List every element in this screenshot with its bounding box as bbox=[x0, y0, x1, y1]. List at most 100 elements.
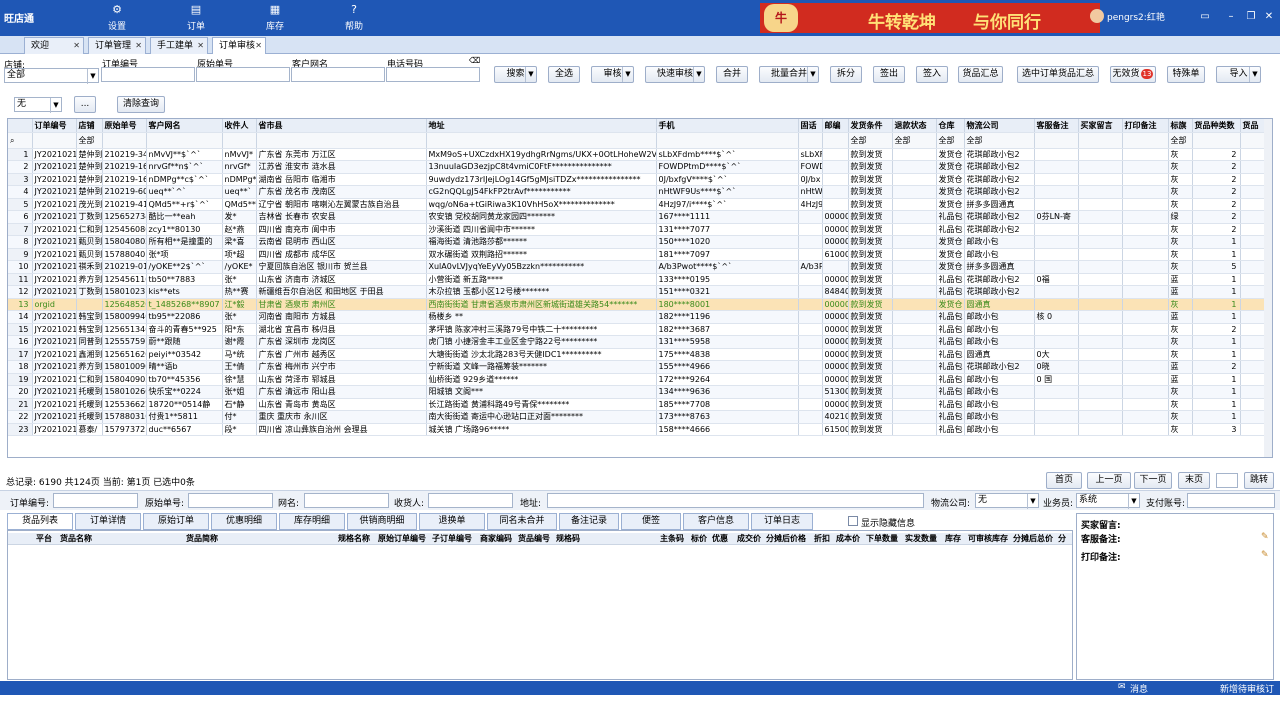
column-filter[interactable]: 全部 bbox=[936, 132, 965, 149]
close-icon[interactable]: ✕ bbox=[73, 38, 80, 54]
goods-column-header[interactable]: 下单数量 bbox=[866, 533, 898, 545]
goods-column-header[interactable]: 分 bbox=[1058, 533, 1066, 545]
search-button[interactable]: 搜索 ▼ bbox=[494, 66, 537, 83]
table-row[interactable]: 11 JY2021021 养方到 125456110 tb50**7883 张* 山东省 济… bbox=[8, 273, 1272, 286]
table-row[interactable]: 16 JY2021021 同普到 125557597 蔚**跟随 谢*霞 广东省 深圳市 龙… bbox=[8, 335, 1272, 349]
nav-help[interactable]: ? 帮助 bbox=[332, 4, 376, 33]
goods-column-header[interactable]: 原始订单编号 bbox=[378, 533, 426, 545]
detail-tab[interactable]: 订单详情 bbox=[75, 513, 141, 530]
goods-column-header[interactable]: 成本价 bbox=[836, 533, 860, 545]
detail-tab[interactable]: 退换单 bbox=[419, 513, 485, 530]
vertical-scrollbar[interactable] bbox=[1264, 119, 1272, 457]
close-icon[interactable]: ✕ bbox=[135, 38, 142, 54]
column-header[interactable]: 订单编号 bbox=[32, 119, 77, 133]
table-row[interactable]: 14 JY2021021 韩宝到 158009940 tb95**22086 张* 河南省 … bbox=[8, 310, 1272, 324]
detail-original-no-input[interactable] bbox=[188, 493, 273, 508]
special-order-button[interactable]: 特殊单 bbox=[1167, 66, 1205, 83]
restore-icon[interactable]: ▭ bbox=[1198, 10, 1212, 24]
select-all-button[interactable]: 全选 bbox=[548, 66, 580, 83]
detail-tab[interactable]: 同名未合并 bbox=[487, 513, 557, 530]
detail-address-input[interactable] bbox=[547, 493, 924, 508]
goods-column-header[interactable]: 子订单编号 bbox=[432, 533, 472, 545]
nav-orders[interactable]: ▤ 订单 bbox=[174, 4, 218, 33]
detail-tab[interactable]: 货品列表 bbox=[7, 513, 73, 530]
goods-column-header[interactable]: 折扣 bbox=[814, 533, 830, 545]
message-icon[interactable]: ✉ bbox=[1118, 682, 1126, 692]
column-header[interactable]: 固话 bbox=[798, 119, 823, 133]
table-row[interactable]: 18 JY2021021 养方到 158010090 晴**语b 王*倩 广东省 梅州市 兴… bbox=[8, 360, 1272, 374]
table-row[interactable]: 22 JY2021021 托暖到 157880310 付贵1**5811 付* 重庆 重庆市… bbox=[8, 410, 1272, 424]
clear-icon[interactable]: ⌫ bbox=[469, 56, 480, 65]
tab-order-manage[interactable]: 订单管理 ✕ bbox=[88, 37, 146, 54]
column-header[interactable]: 邮编 bbox=[822, 119, 849, 133]
split-button[interactable]: 拆分 bbox=[830, 66, 862, 83]
table-row[interactable]: 10 JY2021021 祺禾到 210219-01/yOKE**2$`^`/yOKE… bbox=[8, 260, 1272, 274]
goods-column-header[interactable]: 主条码 bbox=[660, 533, 684, 545]
column-header[interactable]: 店铺 bbox=[76, 119, 103, 133]
close-icon[interactable]: ✕ bbox=[255, 38, 262, 54]
goods-column-header[interactable]: 分摊后价格 bbox=[766, 533, 806, 545]
goods-column-header[interactable]: 平台 bbox=[36, 533, 52, 545]
table-row[interactable]: 15 JY2021021 韩宝到 125651340 奋斗的青春5**925 阳*东 湖北省… bbox=[8, 323, 1272, 336]
quick-review-button[interactable]: 快速审核 ▼ bbox=[645, 66, 705, 83]
first-page-button[interactable]: 首页 bbox=[1046, 472, 1082, 489]
table-row[interactable]: 13 orgid 125648520 t_1485268**8907 江*毅 甘肃省 酒泉… bbox=[8, 298, 1272, 311]
column-header[interactable]: 客服备注 bbox=[1034, 119, 1079, 133]
column-header[interactable]: 发货条件 bbox=[848, 119, 893, 133]
edit-icon[interactable]: ✎ bbox=[1261, 532, 1269, 542]
goods-column-header[interactable]: 货品名称 bbox=[60, 533, 92, 545]
batch-merge-button[interactable]: 批量合并 ▼ bbox=[759, 66, 819, 83]
column-filter[interactable] bbox=[256, 132, 427, 149]
goods-column-header[interactable]: 实发数量 bbox=[905, 533, 937, 545]
goods-column-header[interactable]: 可审核库存 bbox=[968, 533, 1008, 545]
minimize-icon[interactable]: – bbox=[1224, 10, 1238, 24]
column-filter[interactable] bbox=[822, 132, 849, 149]
table-row[interactable]: 21 JY2021021 托暖到 125536622 18720**0514静 石*静 山东… bbox=[8, 398, 1272, 411]
column-header[interactable]: 退款状态 bbox=[892, 119, 937, 133]
close-icon[interactable]: ✕ bbox=[1262, 10, 1276, 24]
import-button[interactable]: 导入 ▼ bbox=[1216, 66, 1261, 83]
goods-column-header[interactable]: 分摊后总价 bbox=[1013, 533, 1053, 545]
last-page-button[interactable]: 末页 bbox=[1178, 472, 1210, 489]
staff-select[interactable]: 系统 ▼ bbox=[1076, 493, 1140, 509]
column-filter[interactable]: 全部 bbox=[964, 132, 1035, 149]
edit-icon[interactable]: ✎ bbox=[1261, 550, 1269, 560]
table-row[interactable]: 1 JY2021021 楚仲到 210219-34 nMvVJ**$`^` nMvVJ* 广… bbox=[8, 148, 1272, 161]
column-filter[interactable] bbox=[1034, 132, 1079, 149]
column-header[interactable]: 收件人 bbox=[222, 119, 257, 133]
message-link[interactable]: 消息 bbox=[1130, 682, 1148, 695]
column-header[interactable]: 客户网名 bbox=[146, 119, 223, 133]
detail-tab[interactable]: 便签 bbox=[621, 513, 681, 530]
original-no-input[interactable] bbox=[196, 67, 290, 82]
column-header[interactable]: 省市县 bbox=[256, 119, 427, 133]
column-filter[interactable] bbox=[656, 132, 799, 149]
column-filter[interactable] bbox=[32, 132, 77, 149]
column-filter[interactable] bbox=[798, 132, 823, 149]
column-header[interactable]: 打印备注 bbox=[1122, 119, 1169, 133]
goods-column-header[interactable]: 货品简称 bbox=[186, 533, 218, 545]
more-button[interactable]: ... bbox=[74, 96, 96, 113]
column-filter[interactable] bbox=[1192, 132, 1241, 149]
table-row[interactable]: 19 JY2021021 仁和到 158040903 tb70**45356 徐*慧 山东省… bbox=[8, 373, 1272, 386]
review-button[interactable]: 审核 ▼ bbox=[591, 66, 634, 83]
table-row[interactable]: 20 JY2021021 托暖到 158010260 快乐宝**0224 张*姐 广东省 清… bbox=[8, 385, 1272, 399]
column-filter[interactable]: 全部 bbox=[848, 132, 893, 149]
customer-input[interactable] bbox=[291, 67, 385, 82]
check-in-button[interactable]: 签入 bbox=[916, 66, 948, 83]
goods-column-header[interactable]: 商家编码 bbox=[480, 533, 512, 545]
order-no-input[interactable] bbox=[101, 67, 195, 82]
close-icon[interactable]: ✕ bbox=[197, 38, 204, 54]
next-page-button[interactable]: 下一页 bbox=[1134, 472, 1172, 489]
column-header[interactable]: 仓库 bbox=[936, 119, 965, 133]
column-filter[interactable] bbox=[146, 132, 223, 149]
table-row[interactable]: 23 JY2021021 慕泰/157973721 duc**6567 段* 四川省 凉山… bbox=[8, 423, 1272, 436]
column-filter[interactable] bbox=[1078, 132, 1123, 149]
detail-tab[interactable]: 订单日志 bbox=[751, 513, 813, 530]
table-row[interactable]: 2 JY2021021 楚仲到 210219-16 nrvGf**n$`^` nrvGf*… bbox=[8, 160, 1272, 174]
table-row[interactable]: 12 JY2021021 丁数到 158010231 kis**ets 热**赛 新疆维吾尔… bbox=[8, 285, 1272, 299]
detail-tab[interactable]: 原始订单 bbox=[143, 513, 209, 530]
detail-tab[interactable]: 库存明细 bbox=[279, 513, 345, 530]
detail-order-no-input[interactable] bbox=[53, 493, 138, 508]
column-filter[interactable]: 全部 bbox=[1168, 132, 1193, 149]
selected-goods-summary-button[interactable]: 选中订单货品汇总 bbox=[1017, 66, 1099, 83]
